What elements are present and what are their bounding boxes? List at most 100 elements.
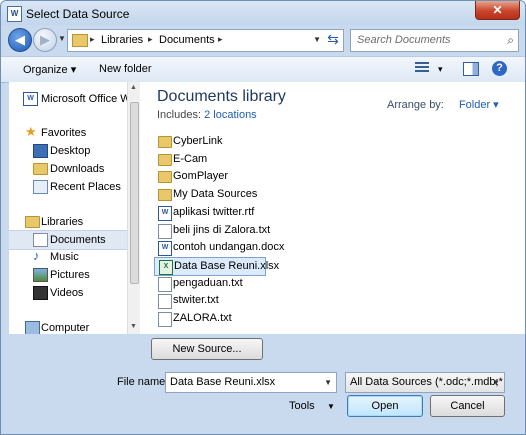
file-list-item[interactable]: E-Cam (157, 151, 377, 168)
address-bar[interactable]: ▸ Libraries ▸ Documents ▸ ▼ (67, 29, 344, 52)
nav-item-desktop[interactable]: Desktop (9, 142, 127, 160)
file-list-item[interactable]: pengaduan.txt (157, 275, 377, 292)
file-name: aplikasi twitter.rtf (173, 205, 255, 218)
help-icon[interactable]: ? (492, 61, 507, 76)
nav-item-videos[interactable]: Videos (9, 284, 127, 302)
open-button[interactable]: Open (347, 395, 423, 417)
nav-favorites-header[interactable]: ★ Favorites (9, 124, 127, 142)
library-folder-icon (72, 34, 88, 47)
data-sources-folder-icon (158, 189, 172, 202)
preview-pane-icon[interactable] (463, 62, 479, 76)
command-bar: Organize ▾ New folder ▾ ? (1, 56, 525, 83)
includes-label: Includes: (157, 109, 202, 121)
tools-dropdown-icon[interactable]: ▼ (327, 402, 335, 411)
arrange-label: Arrange by: (387, 99, 444, 111)
breadcrumb-libraries[interactable]: Libraries (101, 34, 143, 46)
file-list-item[interactable]: GomPlayer (157, 168, 377, 185)
nav-item-label: Desktop (50, 145, 91, 157)
search-box[interactable]: Search Documents ⌕ (350, 29, 519, 52)
title-bar: W Select Data Source ✕ (1, 1, 525, 25)
file-name: stwiter.txt (173, 294, 219, 307)
view-options-icon[interactable] (415, 62, 429, 74)
filter-dropdown-icon[interactable]: ▼ (492, 373, 500, 392)
scrollbar-thumb[interactable] (130, 102, 139, 284)
nav-item-label: Downloads (50, 163, 105, 175)
tools-menu[interactable]: Tools (289, 400, 315, 412)
breadcrumb-documents[interactable]: Documents (159, 34, 215, 46)
navigation-bar: ◀ ▶ ▼ ▸ Libraries ▸ Documents ▸ ▼ ⇆ Sear… (1, 25, 525, 55)
folder-icon (158, 136, 172, 148)
close-button[interactable]: ✕ (475, 1, 520, 20)
file-name-label: File name: (117, 376, 169, 388)
nav-item-recent-places[interactable]: Recent Places (9, 178, 127, 196)
search-icon[interactable]: ⌕ (507, 33, 514, 48)
folder-icon (158, 153, 172, 166)
desktop-icon (33, 144, 48, 158)
nav-libraries-header[interactable]: Libraries (9, 213, 127, 231)
navigation-pane: W Microsoft Office W ★ Favorites Desktop… (9, 82, 139, 334)
file-list-item[interactable]: My Data Sources (157, 186, 377, 203)
breadcrumb-separator-icon[interactable]: ▸ (218, 34, 223, 45)
nav-item-pictures[interactable]: Pictures (9, 266, 127, 284)
breadcrumb-separator-icon[interactable]: ▸ (148, 34, 153, 45)
file-list-item[interactable]: beli jins di Zalora.txt (157, 222, 377, 239)
nav-item-label: Videos (50, 287, 84, 299)
back-button[interactable]: ◀ (8, 28, 32, 52)
library-title: Documents library (157, 88, 286, 105)
select-data-source-dialog: W Select Data Source ✕ ◀ ▶ ▼ ▸ Libraries… (0, 0, 526, 435)
file-list-item[interactable]: X Data Base Reuni.xlsx (154, 256, 279, 276)
recent-places-icon (33, 180, 48, 194)
nav-item-label: Computer (41, 322, 90, 334)
file-list-item[interactable]: Waplikasi twitter.rtf (157, 204, 377, 221)
nav-item-music[interactable]: ♪ Music (9, 248, 127, 266)
word-doc-icon: W (158, 205, 172, 221)
arrange-by: Arrange by: Folder ▾ (387, 98, 499, 111)
nav-item-documents[interactable]: Documents (9, 230, 127, 250)
file-list-item[interactable]: CyberLink (157, 133, 377, 150)
file-name: My Data Sources (173, 188, 258, 201)
music-icon: ♪ (33, 248, 40, 263)
nav-item-label: Microsoft Office W (41, 93, 131, 105)
nav-item-label: Music (50, 251, 79, 263)
forward-button[interactable]: ▶ (33, 28, 57, 52)
locations-link[interactable]: 2 locations (204, 109, 257, 121)
excel-file-icon: X (159, 259, 173, 275)
arrange-dropdown[interactable]: Folder ▾ (459, 99, 499, 111)
file-name: ZALORA.txt (173, 312, 232, 324)
cancel-button[interactable]: Cancel (430, 395, 505, 417)
word-doc-icon: W (158, 241, 172, 257)
nav-header-label: Libraries (41, 216, 84, 228)
file-list-item[interactable]: stwiter.txt (157, 292, 377, 310)
search-input[interactable]: Search Documents (357, 34, 451, 46)
refresh-icon[interactable]: ⇆ (323, 29, 343, 50)
breadcrumb-separator-icon[interactable]: ▸ (90, 34, 95, 45)
new-source-button[interactable]: New Source... (151, 338, 263, 360)
navigation-scrollbar[interactable]: ▲ ▼ (127, 82, 140, 334)
file-name-field[interactable]: Data Base Reuni.xlsx ▼ (165, 372, 337, 393)
videos-icon (33, 286, 48, 300)
file-list-item[interactable]: ZALORA.txt (157, 310, 377, 327)
folder-icon (158, 171, 172, 184)
file-name-dropdown-icon[interactable]: ▼ (324, 373, 332, 392)
file-list-item[interactable]: Wcontoh undangan.docx (157, 239, 377, 257)
nav-item-microsoft-office[interactable]: W Microsoft Office W (9, 90, 131, 108)
nav-item-downloads[interactable]: Downloads (9, 160, 127, 178)
scroll-down-icon[interactable]: ▼ (130, 323, 137, 330)
nav-item-label: Recent Places (50, 181, 121, 193)
recent-pages-dropdown-icon[interactable]: ▼ (58, 34, 66, 43)
new-folder-button[interactable]: New folder (99, 63, 152, 75)
file-name: Data Base Reuni.xlsx (174, 259, 280, 272)
scroll-up-icon[interactable]: ▲ (130, 84, 137, 91)
right-edge (518, 82, 525, 334)
text-file-icon (158, 223, 172, 239)
documents-icon (33, 233, 48, 247)
view-dropdown-icon[interactable]: ▾ (438, 64, 443, 75)
file-name: CyberLink (173, 135, 223, 147)
address-dropdown-icon[interactable]: ▼ (313, 35, 321, 44)
organize-menu[interactable]: Organize ▾ (23, 63, 76, 76)
file-name: pengaduan.txt (173, 276, 243, 289)
nav-header-label: Favorites (41, 127, 87, 139)
file-type-filter[interactable]: All Data Sources (*.odc;*.mdb;* ▼ (345, 372, 505, 393)
file-name-input[interactable]: Data Base Reuni.xlsx (170, 373, 275, 392)
nav-item-computer[interactable]: Computer (9, 319, 127, 334)
